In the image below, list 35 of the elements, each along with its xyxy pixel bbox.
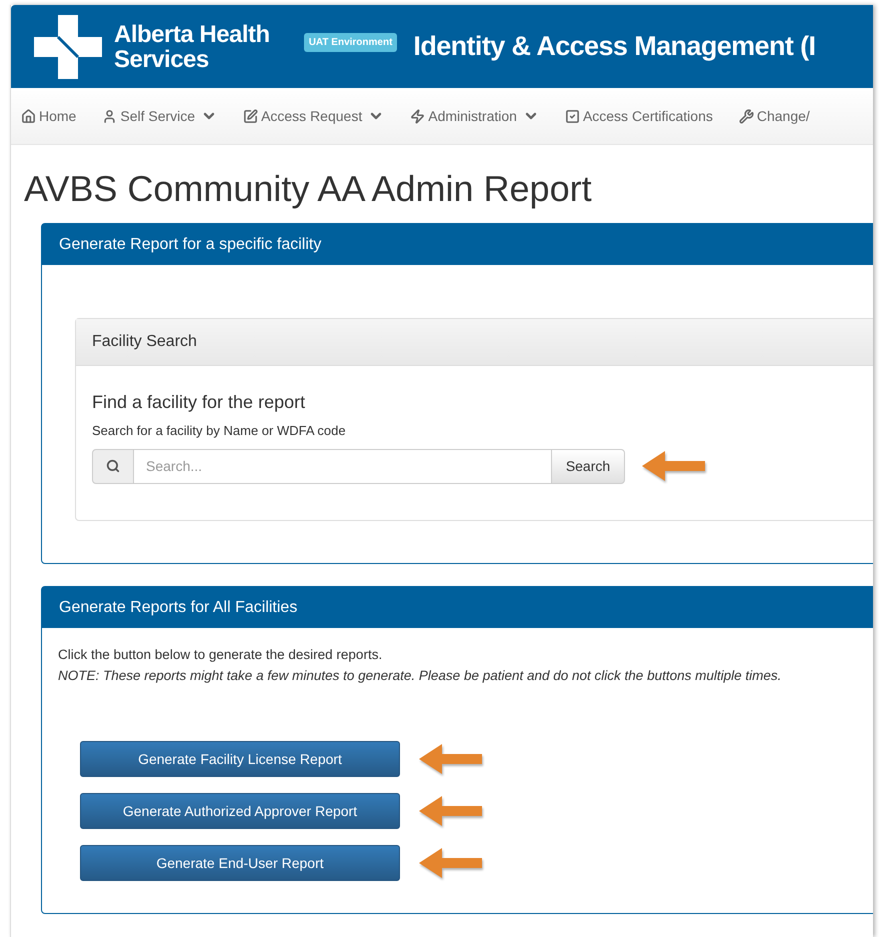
- page-title: AVBS Community AA Admin Report: [24, 167, 593, 211]
- nav-item[interactable]: Administration: [410, 106, 539, 126]
- panel-title: Generate Reports for All Facilities: [59, 598, 298, 618]
- panel-title: Generate Report for a specific facility: [59, 234, 322, 254]
- generate-report-button[interactable]: Generate Authorized Approver Report: [80, 793, 400, 829]
- nav-item[interactable]: Change/: [738, 106, 810, 126]
- logo-text: Services: [114, 46, 210, 72]
- environment-badge: UAT Environment: [304, 33, 398, 52]
- nav-icon: [21, 108, 36, 124]
- search-hint: Search for a facility by Name or WDFA code: [92, 422, 347, 440]
- nav-item[interactable]: Access Request: [243, 106, 384, 126]
- nav-icon: [564, 108, 580, 124]
- generate-report-button[interactable]: Generate End-User Report: [80, 845, 400, 881]
- logo-text: Alberta Health: [114, 22, 270, 46]
- nav-item[interactable]: Home: [21, 106, 76, 126]
- nav-icon: [410, 108, 426, 124]
- search-icon: [106, 459, 120, 473]
- nav-item[interactable]: Self Service: [102, 106, 218, 126]
- nav-icon: [738, 108, 754, 124]
- nav-item[interactable]: Access Certifications: [564, 106, 713, 126]
- arrow-icon: [641, 449, 707, 483]
- search-field[interactable]: Search...: [134, 448, 551, 484]
- search-button[interactable]: Search: [551, 448, 625, 484]
- search-heading: Find a facility for the report: [92, 391, 306, 413]
- cross-logo-icon: [34, 14, 102, 78]
- intro-text: Click the button below to generate the desired reports.: [58, 646, 384, 664]
- search-panel-title: Facility Search: [92, 332, 197, 352]
- generate-report-button[interactable]: Generate Facility License Report: [80, 741, 400, 777]
- note-text: NOTE: These reports might take a few minutes to generate. Please be patient and do not click the buttons multiple times.: [58, 667, 782, 685]
- nav-icon: [102, 108, 118, 124]
- arrow-icon: [418, 742, 484, 776]
- nav-icon: [243, 108, 258, 124]
- app-title: Identity & Access Management (I: [413, 30, 816, 64]
- arrow-icon: [418, 846, 484, 880]
- arrow-icon: [418, 794, 484, 828]
